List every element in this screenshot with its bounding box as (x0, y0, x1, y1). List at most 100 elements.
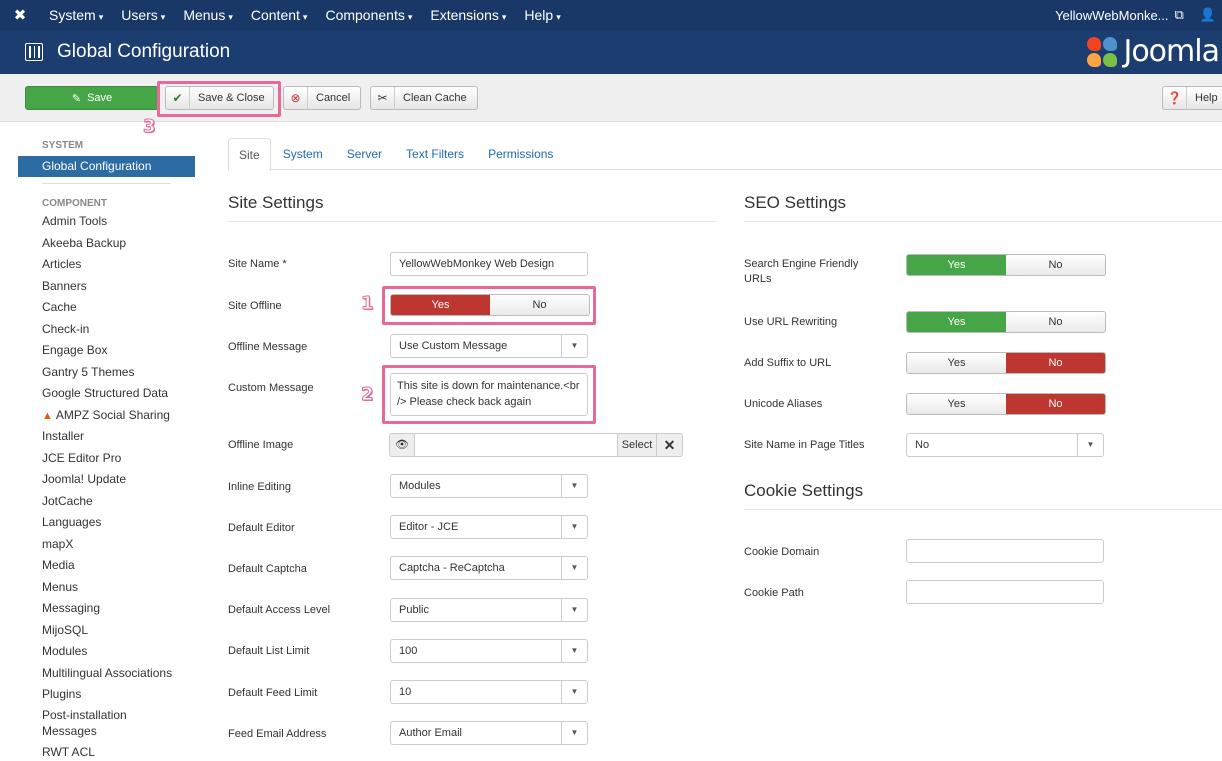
select-value: Captcha - ReCaptcha (399, 562, 505, 574)
sidebar-divider (42, 183, 171, 184)
tab-server[interactable]: Server (335, 138, 394, 170)
sidebar-item[interactable]: JotCache (18, 491, 195, 513)
menu-system[interactable]: System ▾ (40, 7, 112, 23)
cookie-domain-input[interactable] (906, 539, 1104, 563)
feed-limit-select[interactable]: 10 ▼ (390, 680, 588, 704)
offline-image-input[interactable] (415, 433, 617, 457)
joomla-mark-icon (1085, 35, 1119, 69)
sidebar-heading-system: SYSTEM (42, 140, 84, 151)
sidebar-item-global-configuration[interactable]: Global Configuration (18, 156, 195, 177)
tab-text-filters[interactable]: Text Filters (394, 138, 476, 170)
sidebar: SYSTEM Global Configuration COMPONENT Ad… (18, 140, 195, 761)
sidebar-item[interactable]: Articles (18, 254, 195, 276)
unicode-aliases-label: Unicode Aliases (744, 398, 823, 410)
sidebar-item[interactable]: Google Structured Data (18, 383, 195, 405)
site-link[interactable]: YellowWebMonke... (1055, 8, 1168, 23)
sidebar-item[interactable]: Akeeba Backup (18, 233, 195, 255)
question-icon: ❓ (1163, 87, 1187, 109)
sidebar-item[interactable]: Multilingual Associations (18, 663, 195, 685)
url-rewriting-no[interactable]: No (1006, 312, 1105, 332)
tab-site[interactable]: Site (228, 138, 271, 171)
sitename-titles-select[interactable]: No ▼ (906, 433, 1104, 457)
sef-yes[interactable]: Yes (907, 255, 1006, 275)
menu-extensions[interactable]: Extensions ▾ (421, 7, 515, 23)
clear-icon[interactable]: ✕ (657, 433, 683, 457)
list-limit-select[interactable]: 100 ▼ (390, 639, 588, 663)
menu-menus[interactable]: Menus ▾ (174, 7, 242, 23)
sidebar-item[interactable]: RWT ACL (18, 742, 195, 761)
tab-permissions[interactable]: Permissions (476, 138, 565, 170)
url-rewriting-toggle[interactable]: Yes No (906, 311, 1106, 333)
feed-email-select[interactable]: Author Email ▼ (390, 721, 588, 745)
help-label: Help (1195, 92, 1218, 104)
menu-help[interactable]: Help ▾ (515, 7, 569, 23)
access-level-select[interactable]: Public ▼ (390, 598, 588, 622)
save-button[interactable]: ✎ Save (25, 86, 159, 110)
sidebar-item[interactable]: Installer (18, 426, 195, 448)
chevron-down-icon: ▼ (1077, 434, 1103, 456)
offline-message-select[interactable]: Use Custom Message ▼ (390, 334, 588, 358)
default-editor-select[interactable]: Editor - JCE ▼ (390, 515, 588, 539)
cancel-icon: ⊗ (284, 87, 308, 109)
default-captcha-select[interactable]: Captcha - ReCaptcha ▼ (390, 556, 588, 580)
offline-image-label: Offline Image (228, 439, 294, 451)
sidebar-item[interactable]: Media (18, 555, 195, 577)
menu-users[interactable]: Users ▾ (112, 7, 174, 23)
user-icon[interactable]: 👤 (1200, 7, 1216, 23)
chevron-down-icon: ▼ (561, 335, 587, 357)
caret-down-icon: ▾ (98, 12, 104, 22)
add-suffix-yes[interactable]: Yes (907, 353, 1006, 373)
sitename-titles-label: Site Name in Page Titles (744, 439, 865, 451)
menu-label: Users (121, 7, 158, 23)
eye-icon[interactable]: 👁 (389, 433, 415, 457)
sidebar-item[interactable]: Messaging (18, 598, 195, 620)
sidebar-item[interactable]: Cache (18, 297, 195, 319)
highlight-save-close (157, 81, 281, 117)
site-settings-title: Site Settings (228, 193, 716, 222)
unicode-aliases-no[interactable]: No (1006, 394, 1105, 414)
site-name-input[interactable]: YellowWebMonkey Web Design (390, 252, 588, 276)
sidebar-item[interactable]: Banners (18, 276, 195, 298)
broom-icon: ✂ (371, 87, 395, 109)
cookie-domain-label: Cookie Domain (744, 546, 820, 558)
sidebar-item[interactable]: JCE Editor Pro (18, 448, 195, 470)
sidebar-item[interactable]: Plugins (18, 684, 195, 706)
clean-cache-button[interactable]: ✂ Clean Cache (370, 86, 478, 110)
list-limit-label: Default List Limit (228, 645, 310, 657)
sidebar-item[interactable]: Admin Tools (18, 211, 195, 233)
add-suffix-toggle[interactable]: Yes No (906, 352, 1106, 374)
sidebar-item[interactable]: Languages (18, 512, 195, 534)
sidebar-item[interactable]: Engage Box (18, 340, 195, 362)
menu-label: Extensions (430, 7, 499, 23)
sidebar-item[interactable]: Menus (18, 577, 195, 599)
select-image-button[interactable]: Select (617, 433, 657, 457)
inline-editing-select[interactable]: Modules ▼ (390, 474, 588, 498)
sidebar-item[interactable]: Check-in (18, 319, 195, 341)
sidebar-item[interactable]: Post-installation Messages (18, 706, 148, 742)
menu-content[interactable]: Content ▾ (242, 7, 317, 23)
unicode-aliases-yes[interactable]: Yes (907, 394, 1006, 414)
select-value: 100 (399, 645, 418, 657)
tab-system[interactable]: System (271, 138, 335, 170)
sef-no[interactable]: No (1006, 255, 1105, 275)
sidebar-item[interactable]: mapX (18, 534, 195, 556)
unicode-aliases-toggle[interactable]: Yes No (906, 393, 1106, 415)
sidebar-item[interactable]: Joomla! Update (18, 469, 195, 491)
joomla-menu-icon[interactable]: ✖ (0, 6, 40, 24)
cancel-button[interactable]: ⊗ Cancel (283, 86, 361, 110)
cookie-path-input[interactable] (906, 580, 1104, 604)
menu-label: Menus (183, 7, 226, 23)
highlight-custom-message (382, 365, 596, 424)
sef-toggle[interactable]: Yes No (906, 254, 1106, 276)
external-link-icon: ⧉ (1174, 7, 1184, 22)
add-suffix-no[interactable]: No (1006, 353, 1105, 373)
sidebar-item[interactable]: MijoSQL (18, 620, 195, 642)
sidebar-item[interactable]: Modules (18, 641, 195, 663)
sidebar-item[interactable]: Gantry 5 Themes (18, 362, 195, 384)
menu-components[interactable]: Components ▾ (316, 7, 421, 23)
sidebar-item-ampz[interactable]: ▲ AMPZ Social Sharing (18, 405, 195, 427)
joomla-wordmark: Joomla! (1123, 34, 1222, 69)
url-rewriting-yes[interactable]: Yes (907, 312, 1006, 332)
help-button[interactable]: ❓ Help (1162, 86, 1222, 110)
joomla-logo: Joomla! (1085, 34, 1222, 69)
